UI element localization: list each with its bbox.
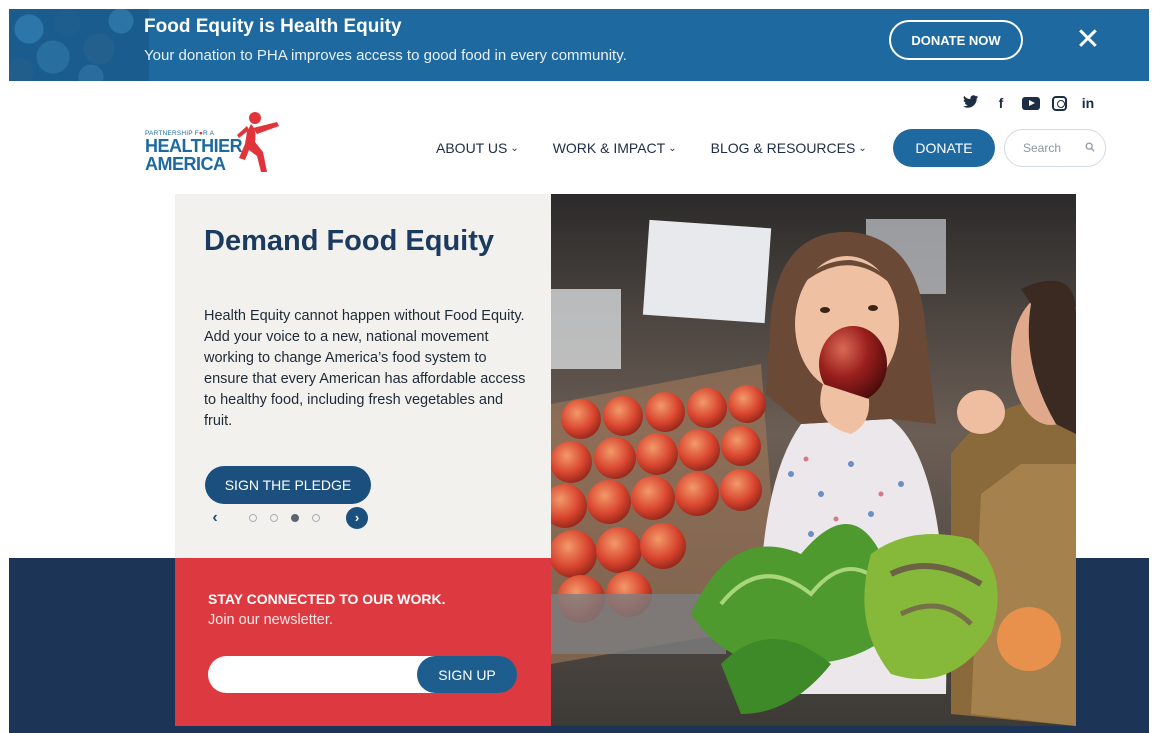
promo-subtitle: Your donation to PHA improves access to …	[144, 47, 627, 64]
donate-now-button[interactable]: DONATE NOW	[889, 20, 1023, 60]
carousel-dot-active[interactable]	[291, 514, 299, 522]
sign-up-button[interactable]: SIGN UP	[417, 656, 517, 693]
carousel-dot[interactable]	[312, 514, 320, 522]
instagram-icon[interactable]	[1052, 95, 1067, 111]
pha-logo[interactable]: PARTNERSHIP F●R A HEALTHIER AMERICA	[145, 110, 285, 180]
nav-blog-resources-label: BLOG & RESOURCES	[710, 140, 856, 156]
hero-title: Demand Food Equity	[204, 225, 494, 257]
promo-banner-image	[9, 9, 149, 81]
nav-work-impact[interactable]: WORK & IMPACT ⌄	[553, 138, 677, 158]
search-input[interactable]	[1023, 141, 1081, 155]
twitter-icon[interactable]	[962, 94, 980, 112]
facebook-icon[interactable]: f	[992, 95, 1010, 111]
hero-image	[551, 194, 1076, 726]
close-icon[interactable]: ✕	[1071, 23, 1105, 57]
chevron-down-icon: ⌄	[858, 142, 867, 154]
carousel-dot[interactable]	[270, 514, 278, 522]
promo-banner: Food Equity is Health Equity Your donati…	[9, 9, 1149, 81]
search-box	[1004, 129, 1106, 167]
social-links: f in	[962, 93, 1097, 113]
sign-the-pledge-button[interactable]: SIGN THE PLEDGE	[205, 466, 371, 504]
newsletter-subheading: Join our newsletter.	[208, 612, 333, 628]
logo-text-america: AMERICA	[145, 154, 226, 174]
newsletter-heading: STAY CONNECTED TO OUR WORK.	[208, 591, 446, 607]
carousel-dot[interactable]	[249, 514, 257, 522]
donate-button[interactable]: DONATE	[893, 129, 995, 167]
main-nav: ABOUT US ⌄ WORK & IMPACT ⌄ BLOG & RESOUR…	[436, 138, 901, 158]
chevron-left-icon[interactable]: ‹	[207, 509, 223, 527]
newsletter-panel	[175, 558, 551, 726]
nav-about-us-label: ABOUT US	[436, 140, 508, 156]
nav-blog-resources[interactable]: BLOG & RESOURCES ⌄	[711, 138, 867, 158]
nav-about-us[interactable]: ABOUT US ⌄	[436, 138, 519, 158]
newsletter-email-field[interactable]	[208, 656, 448, 693]
linkedin-icon[interactable]: in	[1079, 95, 1097, 111]
logo-figure-icon	[237, 112, 279, 172]
chevron-down-icon: ⌄	[668, 142, 677, 154]
carousel-dots	[249, 514, 320, 522]
youtube-icon[interactable]	[1022, 96, 1040, 110]
carousel-controls: ‹ ›	[207, 507, 368, 529]
hero-body: Health Equity cannot happen without Food…	[204, 308, 526, 429]
promo-title: Food Equity is Health Equity	[144, 16, 402, 37]
nav-work-impact-label: WORK & IMPACT	[552, 140, 666, 156]
chevron-down-icon: ⌄	[510, 142, 519, 154]
search-icon[interactable]	[1085, 142, 1095, 155]
chevron-right-icon[interactable]: ›	[346, 507, 368, 529]
